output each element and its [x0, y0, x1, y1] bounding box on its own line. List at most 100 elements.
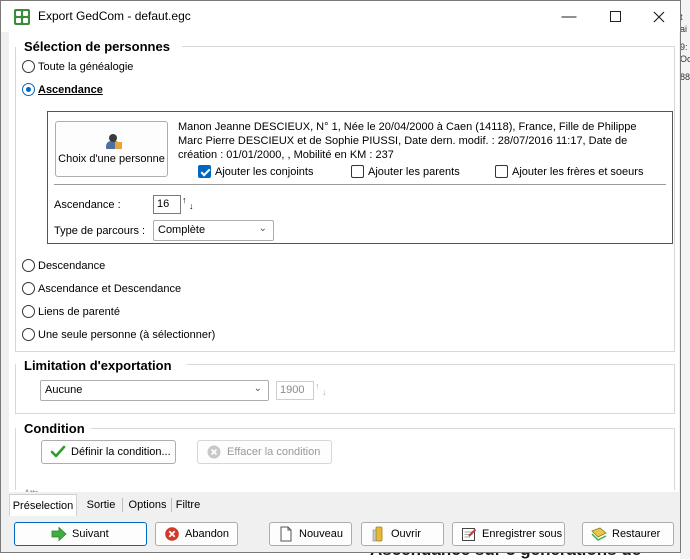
save-as-icon: [462, 528, 477, 541]
button-label: Enregistrer sous: [482, 528, 563, 540]
radio-circle: [22, 60, 35, 73]
ascendance-spinner[interactable]: ↑ ↓: [181, 195, 198, 214]
year-input[interactable]: 1900: [276, 381, 314, 400]
person-icon: [106, 134, 122, 150]
ascendance-field-label: Ascendance :: [54, 199, 121, 211]
parcours-select[interactable]: Complète ⌄: [153, 220, 274, 241]
export-gedcom-dialog: Export GedCom - defaut.egc — Sélection d…: [0, 0, 681, 553]
radio-label: Toute la généalogie: [38, 60, 134, 73]
radio-label: Ascendance: [38, 83, 103, 96]
close-button[interactable]: [636, 1, 680, 32]
ascendance-input[interactable]: 16: [153, 195, 181, 214]
limitation-select[interactable]: Aucune ⌄: [40, 380, 269, 401]
selection-title: Sélection de personnes: [24, 39, 170, 54]
radio-ascendance[interactable]: Ascendance: [22, 83, 103, 96]
radio-circle-selected: [22, 83, 35, 96]
condition-group: Condition Définir la condition... Efface…: [9, 418, 679, 492]
tab-filtre[interactable]: Filtre: [173, 494, 203, 516]
checkbox-label: Ajouter les conjoints: [215, 165, 314, 178]
spin-up-icon: ↑: [315, 381, 320, 391]
radio-circle: [22, 259, 35, 272]
radio-descendance[interactable]: Descendance: [22, 259, 105, 272]
chevron-down-icon: ⌄: [253, 383, 262, 394]
condition-title: Condition: [24, 421, 85, 436]
button-label: Ouvrir: [391, 528, 421, 540]
radio-circle: [22, 328, 35, 341]
checkbox-freres-soeurs[interactable]: Ajouter les frères et soeurs: [495, 165, 643, 178]
window-title: Export GedCom - defaut.egc: [38, 9, 191, 23]
chevron-down-icon: ⌄: [258, 223, 267, 234]
panel-separator: [54, 184, 666, 185]
new-document-icon: [280, 526, 292, 542]
define-condition-button[interactable]: Définir la condition...: [41, 440, 176, 464]
choose-person-label: Choix d'une personne: [58, 153, 165, 165]
clear-condition-button[interactable]: Effacer la condition: [197, 440, 332, 464]
radio-toute-genealogie[interactable]: Toute la généalogie: [22, 60, 133, 73]
selection-group: Sélection de personnes Toute la généalog…: [9, 32, 679, 354]
close-icon: [653, 11, 665, 23]
button-label: Restaurer: [612, 528, 661, 540]
spin-down-icon: ↓: [189, 201, 194, 211]
open-button[interactable]: Ouvrir: [361, 522, 444, 546]
button-label: Effacer la condition: [227, 446, 321, 458]
checkmark-icon: [50, 445, 66, 458]
new-button[interactable]: Nouveau: [269, 522, 352, 546]
app-icon: [14, 9, 30, 25]
background-text: ai: [680, 24, 688, 34]
spin-up-icon: ↑: [182, 195, 187, 205]
cancel-button[interactable]: Abandon: [155, 522, 238, 546]
checkbox-checked: [198, 165, 211, 178]
limitation-title: Limitation d'exportation: [24, 358, 172, 373]
background-text: Oc: [680, 54, 690, 64]
next-button[interactable]: Suivant: [14, 522, 147, 546]
limitation-value: Aucune: [45, 384, 83, 396]
tab-separator: [122, 498, 123, 512]
background-text: 9:: [680, 42, 688, 52]
minimize-button[interactable]: —: [546, 1, 592, 32]
radio-ascendance-descendance[interactable]: Ascendance et Descendance: [22, 282, 181, 295]
ascendance-panel: Choix d'une personne Manon Jeanne DESCIE…: [47, 111, 673, 244]
restore-button[interactable]: Restaurer: [582, 522, 674, 546]
radio-liens-parente[interactable]: Liens de parenté: [22, 305, 120, 318]
button-label: Nouveau: [299, 528, 344, 540]
checkbox-label: Ajouter les parents: [368, 165, 460, 178]
choose-person-button[interactable]: Choix d'une personne: [55, 121, 168, 177]
arrow-right-icon: [51, 526, 67, 542]
maximize-button[interactable]: [592, 1, 638, 32]
tab-preselection[interactable]: Préselection: [9, 494, 77, 516]
checkbox-parents[interactable]: Ajouter les parents: [351, 165, 460, 178]
group-line: [187, 364, 675, 365]
parcours-field-label: Type de parcours :: [54, 225, 146, 237]
tab-sortie[interactable]: Sortie: [81, 494, 121, 516]
radio-circle: [22, 282, 35, 295]
checkbox-conjoints[interactable]: Ajouter les conjoints: [198, 165, 313, 178]
button-label: Suivant: [72, 528, 109, 540]
save-as-button[interactable]: Enregistrer sous: [452, 522, 565, 546]
parcours-value: Complète: [158, 224, 206, 236]
open-folder-icon: [372, 526, 383, 542]
checkbox-unchecked: [495, 165, 508, 178]
clear-icon: [207, 445, 221, 459]
radio-label: Liens de parenté: [38, 305, 120, 318]
cut-off-label: Attr: [24, 488, 38, 492]
tab-options[interactable]: Options: [125, 494, 170, 516]
year-spinner[interactable]: ↑ ↓: [314, 381, 331, 400]
button-label: Définir la condition...: [71, 446, 171, 458]
background-text: t: [680, 12, 683, 22]
radio-label: Descendance: [38, 259, 106, 272]
background-window-strip: [680, 0, 690, 559]
person-info-text: Manon Jeanne DESCIEUX, N° 1, Née le 20/0…: [178, 121, 637, 161]
radio-seule-personne[interactable]: Une seule personne (à sélectionner): [22, 328, 215, 341]
main-content: Sélection de personnes Toute la généalog…: [9, 32, 679, 492]
background-text: 88: [680, 72, 690, 82]
cancel-icon: [165, 527, 179, 541]
group-line: [182, 46, 675, 47]
group-line: [91, 428, 675, 429]
radio-label: Une seule personne (à sélectionner): [38, 328, 216, 341]
tab-separator: [171, 498, 172, 512]
checkbox-unchecked: [351, 165, 364, 178]
limitation-group: Limitation d'exportation Aucune ⌄ 1900 ↑…: [9, 354, 679, 416]
checkbox-label: Ajouter les frères et soeurs: [512, 165, 644, 178]
radio-label: Ascendance et Descendance: [38, 282, 182, 295]
button-label: Abandon: [185, 528, 230, 540]
